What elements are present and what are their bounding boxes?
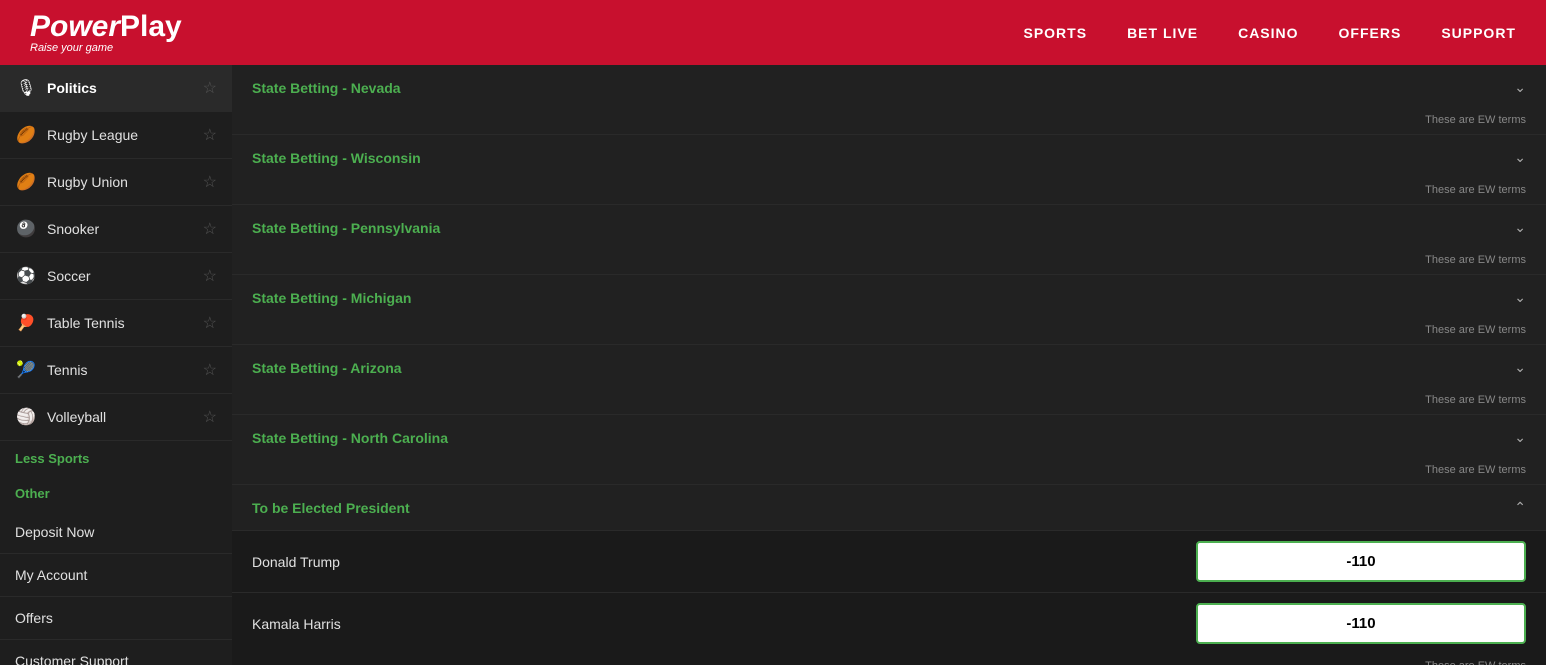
sidebar-item-label: Politics [47, 80, 203, 96]
table-tennis-icon: 🏓 [15, 312, 37, 334]
sidebar-item-label: Soccer [47, 268, 203, 284]
main-content: State Betting - Nevada ⌄ These are EW te… [232, 65, 1546, 665]
section-pennsylvania-header[interactable]: State Betting - Pennsylvania ⌄ [232, 205, 1546, 250]
section-north-carolina: State Betting - North Carolina ⌄ These a… [232, 415, 1546, 485]
deposit-now-label: Deposit Now [15, 524, 94, 540]
customer-support-label: Customer Support [15, 653, 129, 665]
favorite-star-icon[interactable]: ☆ [203, 172, 217, 192]
chevron-down-icon: ⌄ [1514, 149, 1526, 166]
section-nevada-ew: These are EW terms [232, 110, 1546, 134]
other-section-label: Other [0, 476, 232, 511]
sidebar-item-label: Table Tennis [47, 315, 203, 331]
nav-support[interactable]: SUPPORT [1441, 25, 1516, 41]
favorite-star-icon[interactable]: ☆ [203, 313, 217, 333]
less-sports-button[interactable]: Less Sports [0, 441, 232, 476]
candidate-name-harris: Kamala Harris [252, 616, 341, 632]
rugby-union-icon: 🏉 [15, 171, 37, 193]
sidebar-item-snooker[interactable]: 🎱 Snooker ☆ [0, 206, 232, 253]
odds-button-harris[interactable]: -110 [1196, 603, 1526, 644]
sidebar-item-soccer[interactable]: ⚽ Soccer ☆ [0, 253, 232, 300]
section-michigan-ew: These are EW terms [232, 320, 1546, 344]
sidebar-item-label: Snooker [47, 221, 203, 237]
section-arizona-title: State Betting - Arizona [252, 360, 402, 376]
nav-sports[interactable]: SPORTS [1023, 25, 1087, 41]
odds-button-trump[interactable]: -110 [1196, 541, 1526, 582]
sidebar-item-my-account[interactable]: My Account [0, 554, 232, 597]
section-wisconsin-ew: These are EW terms [232, 180, 1546, 204]
section-arizona-header[interactable]: State Betting - Arizona ⌄ [232, 345, 1546, 390]
logo-tagline: Raise your game [30, 42, 182, 54]
section-nevada-header[interactable]: State Betting - Nevada ⌄ [232, 65, 1546, 110]
sidebar-item-label: Rugby Union [47, 174, 203, 190]
section-michigan: State Betting - Michigan ⌄ These are EW … [232, 275, 1546, 345]
header-nav: SPORTS BET LIVE CASINO OFFERS SUPPORT [1023, 25, 1516, 41]
chevron-down-icon: ⌄ [1514, 359, 1526, 376]
section-nevada: State Betting - Nevada ⌄ These are EW te… [232, 65, 1546, 135]
sidebar-item-deposit-now[interactable]: Deposit Now [0, 511, 232, 554]
sidebar-item-label: Rugby League [47, 127, 203, 143]
favorite-star-icon[interactable]: ☆ [203, 219, 217, 239]
sidebar-item-offers[interactable]: Offers [0, 597, 232, 640]
soccer-icon: ⚽ [15, 265, 37, 287]
section-pennsylvania-title: State Betting - Pennsylvania [252, 220, 440, 236]
favorite-star-icon[interactable]: ☆ [203, 407, 217, 427]
section-president: To be Elected President ⌃ Donald Trump -… [232, 485, 1546, 665]
section-north-carolina-title: State Betting - North Carolina [252, 430, 448, 446]
section-pennsylvania: State Betting - Pennsylvania ⌄ These are… [232, 205, 1546, 275]
favorite-star-icon[interactable]: ☆ [203, 266, 217, 286]
nav-offers[interactable]: OFFERS [1339, 25, 1402, 41]
chevron-down-icon: ⌄ [1514, 289, 1526, 306]
president-ew-terms: These are EW terms [232, 654, 1546, 665]
sidebar: 🎙 Politics ☆ 🏉 Rugby League ☆ 🏉 Rugby Un… [0, 65, 232, 665]
candidate-row-trump: Donald Trump -110 [232, 530, 1546, 592]
favorite-star-icon[interactable]: ☆ [203, 125, 217, 145]
section-nevada-title: State Betting - Nevada [252, 80, 401, 96]
microphone-icon: 🎙 [15, 77, 37, 99]
chevron-down-icon: ⌄ [1514, 79, 1526, 96]
nav-bet-live[interactable]: BET LIVE [1127, 25, 1198, 41]
candidate-row-harris: Kamala Harris -110 [232, 592, 1546, 654]
chevron-down-icon: ⌄ [1514, 429, 1526, 446]
layout: 🎙 Politics ☆ 🏉 Rugby League ☆ 🏉 Rugby Un… [0, 65, 1546, 665]
section-michigan-title: State Betting - Michigan [252, 290, 411, 306]
sidebar-item-rugby-league[interactable]: 🏉 Rugby League ☆ [0, 112, 232, 159]
logo: PowerPlay [30, 12, 182, 42]
logo-area: PowerPlay Raise your game [30, 12, 182, 54]
sidebar-item-label: Tennis [47, 362, 203, 378]
president-header[interactable]: To be Elected President ⌃ [232, 485, 1546, 530]
snooker-icon: 🎱 [15, 218, 37, 240]
section-arizona: State Betting - Arizona ⌄ These are EW t… [232, 345, 1546, 415]
nav-casino[interactable]: CASINO [1238, 25, 1298, 41]
offers-label: Offers [15, 610, 53, 626]
section-north-carolina-ew: These are EW terms [232, 460, 1546, 484]
sidebar-item-rugby-union[interactable]: 🏉 Rugby Union ☆ [0, 159, 232, 206]
candidate-name-trump: Donald Trump [252, 554, 340, 570]
favorite-star-icon[interactable]: ☆ [203, 78, 217, 98]
section-wisconsin: State Betting - Wisconsin ⌄ These are EW… [232, 135, 1546, 205]
president-title: To be Elected President [252, 500, 410, 516]
section-wisconsin-title: State Betting - Wisconsin [252, 150, 421, 166]
header: PowerPlay Raise your game SPORTS BET LIV… [0, 0, 1546, 65]
section-north-carolina-header[interactable]: State Betting - North Carolina ⌄ [232, 415, 1546, 460]
sidebar-item-tennis[interactable]: 🎾 Tennis ☆ [0, 347, 232, 394]
sidebar-item-table-tennis[interactable]: 🏓 Table Tennis ☆ [0, 300, 232, 347]
sidebar-item-label: Volleyball [47, 409, 203, 425]
rugby-league-icon: 🏉 [15, 124, 37, 146]
section-michigan-header[interactable]: State Betting - Michigan ⌄ [232, 275, 1546, 320]
chevron-up-icon: ⌃ [1514, 499, 1526, 516]
section-wisconsin-header[interactable]: State Betting - Wisconsin ⌄ [232, 135, 1546, 180]
my-account-label: My Account [15, 567, 87, 583]
section-arizona-ew: These are EW terms [232, 390, 1546, 414]
volleyball-icon: 🏐 [15, 406, 37, 428]
tennis-icon: 🎾 [15, 359, 37, 381]
sidebar-item-politics[interactable]: 🎙 Politics ☆ [0, 65, 232, 112]
sidebar-item-volleyball[interactable]: 🏐 Volleyball ☆ [0, 394, 232, 441]
section-pennsylvania-ew: These are EW terms [232, 250, 1546, 274]
favorite-star-icon[interactable]: ☆ [203, 360, 217, 380]
sidebar-item-customer-support[interactable]: Customer Support [0, 640, 232, 665]
chevron-down-icon: ⌄ [1514, 219, 1526, 236]
